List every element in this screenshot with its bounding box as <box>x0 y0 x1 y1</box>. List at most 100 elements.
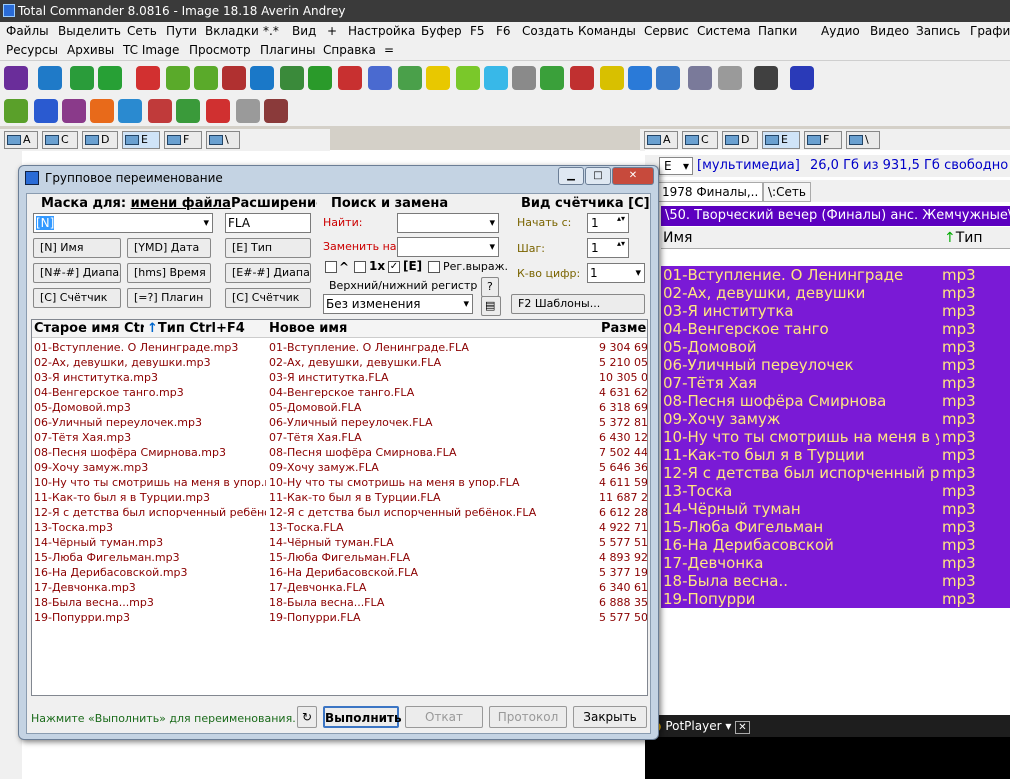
ext-search-checkbox[interactable]: ✓ <box>388 261 400 273</box>
log-button[interactable]: Протокол <box>489 706 567 728</box>
toolbar-icon[interactable] <box>628 66 652 90</box>
ext-range-button[interactable]: [E#-#] Диапазон <box>225 263 311 283</box>
drive-button[interactable]: F <box>804 131 842 149</box>
toolbar-icon[interactable] <box>250 66 274 90</box>
find-input[interactable] <box>397 213 499 233</box>
col-type[interactable]: ↑Тип Ctrl+F4 <box>147 320 245 338</box>
maximize-button[interactable]: □ <box>585 167 611 185</box>
drive-button[interactable]: A <box>4 131 38 149</box>
undo-button[interactable]: Откат <box>405 706 483 728</box>
rename-row[interactable]: 17-Девчонка.mp317-Девчонка.FLA6 340 610 <box>32 580 647 595</box>
menu-item[interactable]: Справка <box>323 43 376 57</box>
rename-row[interactable]: 12-Я с детства был испорченный ребёнок.m… <box>32 505 647 520</box>
menu-item[interactable]: Архивы <box>67 43 114 57</box>
drive-button[interactable]: A <box>644 131 678 149</box>
toolbar-icon[interactable] <box>98 66 122 90</box>
toolbar-icon[interactable] <box>600 66 624 90</box>
toolbar-icon[interactable] <box>62 99 86 123</box>
toolbar-icon[interactable] <box>206 99 230 123</box>
regex-checkbox[interactable] <box>428 261 440 273</box>
menu-item[interactable]: Создать <box>522 24 574 38</box>
toolbar-icon[interactable] <box>222 66 246 90</box>
insert-plugin-button[interactable]: [=?] Плагин <box>127 288 211 308</box>
file-row[interactable]: 16-На Дерибасовской mp3 <box>661 536 1010 554</box>
insert-time-button[interactable]: [hms] Время <box>127 263 211 283</box>
tab-network[interactable]: \:Сеть <box>763 182 811 202</box>
menu-item[interactable]: Настройка <box>348 24 415 38</box>
close-icon[interactable]: ✕ <box>735 721 750 734</box>
start-spinner[interactable]: 1 <box>587 213 629 233</box>
toolbar-icon[interactable] <box>166 66 190 90</box>
menu-item[interactable]: Видео <box>870 24 909 38</box>
rename-row[interactable]: 14-Чёрный туман.mp3 14-Чёрный туман.FLA 5 … <box>32 535 647 550</box>
file-row[interactable]: 09-Хочу замуж mp3 <box>661 410 1010 428</box>
drive-button[interactable]: D <box>82 131 118 149</box>
step-spinner[interactable]: 1 <box>587 238 629 258</box>
toolbar-icon[interactable] <box>264 99 288 123</box>
toolbar-icon[interactable] <box>90 99 114 123</box>
insert-date-button[interactable]: [YMD] Дата <box>127 238 211 258</box>
ext-counter-button[interactable]: [C] Счётчик <box>225 288 311 308</box>
menu-item[interactable]: Плагины <box>260 43 315 57</box>
toolbar-icon[interactable] <box>38 66 62 90</box>
menu-item[interactable]: Аудио <box>821 24 860 38</box>
rename-row[interactable]: 19-Попурри.mp319-Попурри.FLA5 577 505 <box>32 610 647 625</box>
reload-icon[interactable]: ↻ <box>297 706 317 728</box>
file-row[interactable]: 19-Попурри mp3 <box>661 590 1010 608</box>
case-select[interactable]: Без изменения <box>323 294 473 314</box>
menu-item[interactable]: Ресурсы <box>6 43 58 57</box>
file-row[interactable]: 07-Тётя Хая mp3 <box>661 374 1010 392</box>
menu-item[interactable]: Сеть <box>127 24 157 38</box>
once-checkbox[interactable] <box>354 261 366 273</box>
rename-row[interactable]: 13-Тоска.mp313-Тоска.FLA4 922 719 <box>32 520 647 535</box>
drive-button[interactable]: F <box>164 131 202 149</box>
menu-item[interactable]: Просмотр <box>189 43 251 57</box>
drive-combo[interactable]: E ▾ <box>659 157 693 175</box>
rename-row[interactable]: 18-Была весна...mp3 18-Была весна...FLA 6 … <box>32 595 647 610</box>
drive-button[interactable]: \ <box>846 131 880 149</box>
toolbar-icon[interactable] <box>790 66 814 90</box>
toolbar-icon[interactable] <box>368 66 392 90</box>
minimize-button[interactable]: ▁ <box>558 167 584 185</box>
file-row[interactable]: 02-Ах, девушки, девушки mp3 <box>661 284 1010 302</box>
close-button[interactable]: ✕ <box>612 167 654 185</box>
drive-button[interactable]: E <box>122 131 160 149</box>
drive-button[interactable]: \ <box>206 131 240 149</box>
menu-item[interactable]: + <box>327 24 337 38</box>
toolbar-icon[interactable] <box>280 66 304 90</box>
rename-row[interactable]: 08-Песня шофёра Смирнова.mp3 08-Песня шоф… <box>32 445 647 460</box>
menu-item[interactable]: Пути <box>166 24 197 38</box>
file-row[interactable]: 04-Венгерское танго mp3 <box>661 320 1010 338</box>
toolbar-icon[interactable] <box>4 99 28 123</box>
toolbar-icon[interactable] <box>656 66 680 90</box>
chevron-down-icon[interactable]: ▾ <box>725 719 731 733</box>
potplayer-titlebar[interactable]: ● PotPlayer ▾ ✕ <box>645 715 1010 737</box>
rename-row[interactable]: 07-Тётя Хая.mp307-Тётя Хая.FLA6 430 124 <box>32 430 647 445</box>
drive-button[interactable]: C <box>42 131 78 149</box>
digits-select[interactable]: 1 <box>587 263 645 283</box>
rename-row[interactable]: 02-Ах, девушки, девушки.mp3 02-Ах, девушк… <box>32 355 647 370</box>
menu-item[interactable]: Вид <box>292 24 316 38</box>
rename-row[interactable]: 15-Люба Фигельман.mp3 15-Люба Фигельман.F… <box>32 550 647 565</box>
col-name[interactable]: Имя <box>663 227 692 249</box>
toolbar-icon[interactable] <box>570 66 594 90</box>
ext-input[interactable]: FLA <box>225 213 311 233</box>
file-row[interactable]: 08-Песня шофёра Смирнова mp3 <box>661 392 1010 410</box>
file-row[interactable]: 13-Тоска mp3 <box>661 482 1010 500</box>
rename-row[interactable]: 09-Хочу замуж.mp3 09-Хочу замуж.FLA 5 646 … <box>32 460 647 475</box>
toolbar-icon[interactable] <box>148 99 172 123</box>
menu-item[interactable]: F6 <box>496 24 511 38</box>
drive-button[interactable]: D <box>722 131 758 149</box>
drive-button[interactable]: E <box>762 131 800 149</box>
rename-row[interactable]: 01-Вступление. О Ленинграде.mp3 01-Вступл… <box>32 340 647 355</box>
help-button[interactable]: ? <box>481 277 499 297</box>
edit-templates-icon[interactable]: ▤ <box>481 296 501 316</box>
rename-row[interactable]: 05-Домовой.mp305-Домовой.FLA6 318 695 <box>32 400 647 415</box>
col-size[interactable]: Размер <box>601 320 647 338</box>
file-row[interactable]: 12-Я с детства был испорченный ре.. mp3 <box>661 464 1010 482</box>
rename-row[interactable]: 11-Как-то был я в Турции.mp3 11-Как-то бы… <box>32 490 647 505</box>
file-row[interactable]: 01-Вступление. О Ленинграде mp3 <box>661 266 1010 284</box>
toolbar-icon[interactable] <box>540 66 564 90</box>
menu-item[interactable]: = <box>384 43 394 57</box>
ext-type-button[interactable]: [E] Тип <box>225 238 311 258</box>
